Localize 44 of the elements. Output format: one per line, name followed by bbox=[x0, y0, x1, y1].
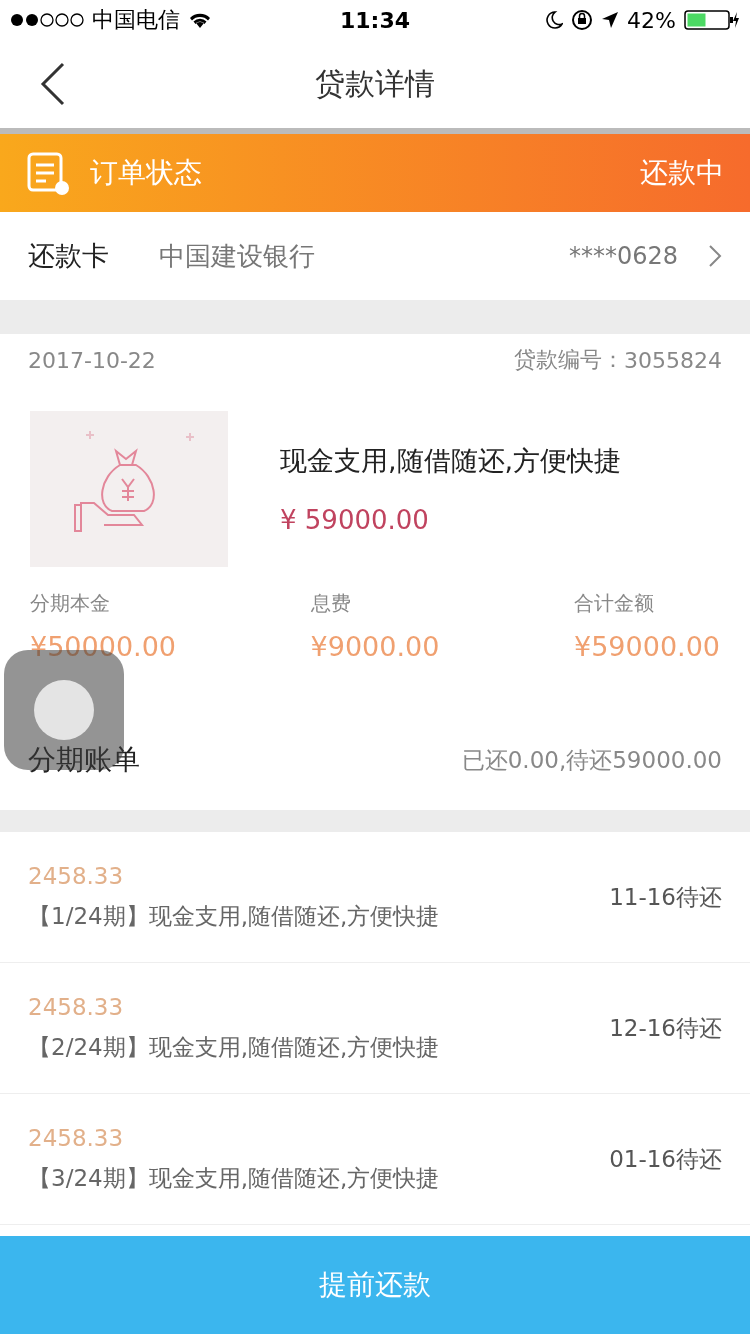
clipboard-icon bbox=[26, 150, 70, 196]
amount-value: ¥50000.00 bbox=[30, 631, 176, 662]
installment-status: 11-16待还 bbox=[609, 882, 722, 912]
card-label: 还款卡 bbox=[28, 239, 109, 273]
status-value: 还款中 bbox=[640, 155, 724, 191]
installment-status: 01-16待还 bbox=[609, 1144, 722, 1174]
amount-label: 合计金额 bbox=[574, 590, 655, 617]
loan-number: 3055824 bbox=[624, 347, 722, 373]
amount-label: 息费 bbox=[310, 590, 352, 617]
amount-value: ¥9000.00 bbox=[310, 631, 440, 662]
loan-number-label: 贷款编号： bbox=[514, 346, 624, 374]
loan-date: 2017-10-22 bbox=[28, 347, 156, 373]
page-title: 贷款详情 bbox=[315, 64, 435, 103]
signal-icon bbox=[10, 13, 84, 27]
bills-title: 分期账单 bbox=[28, 742, 140, 778]
location-icon bbox=[601, 10, 620, 30]
bank-name: 中国建设银行 bbox=[159, 239, 315, 273]
chevron-right-icon bbox=[708, 244, 722, 268]
installment-amount: 2458.33 bbox=[28, 862, 125, 889]
installment-item[interactable]: 2458.33 【1/24期】现金支用,随借随还,方便快捷 11-16待还 bbox=[0, 832, 750, 963]
bills-summary: 已还0.00,待还59000.00 bbox=[461, 745, 722, 775]
installment-amount: 2458.33 bbox=[28, 993, 125, 1020]
installment-amount: 2458.33 bbox=[28, 1124, 125, 1151]
moon-icon bbox=[545, 10, 564, 30]
installment-description: 【2/24期】现金支用,随借随还,方便快捷 bbox=[28, 1032, 441, 1062]
wifi-icon bbox=[188, 11, 212, 29]
carrier-name: 中国电信 bbox=[92, 6, 180, 34]
installment-description: 【1/24期】现金支用,随借随还,方便快捷 bbox=[28, 901, 441, 931]
product-amount: ¥ 59000.00 bbox=[280, 505, 430, 535]
status-time: 11:34 bbox=[340, 7, 410, 33]
installment-item[interactable]: 2458.33 【2/24期】现金支用,随借随还,方便快捷 12-16待还 bbox=[0, 963, 750, 1094]
status-label: 订单状态 bbox=[90, 155, 202, 191]
installment-description: 【3/24期】现金支用,随借随还,方便快捷 bbox=[28, 1163, 441, 1193]
card-number: ****0628 bbox=[568, 242, 678, 270]
back-icon[interactable] bbox=[40, 62, 66, 106]
amount-label: 分期本金 bbox=[30, 590, 111, 617]
installment-item[interactable]: 2458.33 【3/24期】现金支用,随借随还,方便快捷 01-16待还 bbox=[0, 1094, 750, 1225]
battery-icon bbox=[684, 9, 740, 31]
bank-card-row[interactable]: 还款卡 中国建设银行 ****0628 bbox=[0, 212, 750, 300]
battery-percent: 42% bbox=[627, 7, 676, 33]
installment-status: 12-16待还 bbox=[609, 1013, 722, 1043]
rotation-lock-icon bbox=[571, 9, 594, 31]
amount-value: ¥59000.00 bbox=[574, 631, 720, 662]
product-title: 现金支用,随借随还,方便快捷 bbox=[280, 444, 622, 478]
